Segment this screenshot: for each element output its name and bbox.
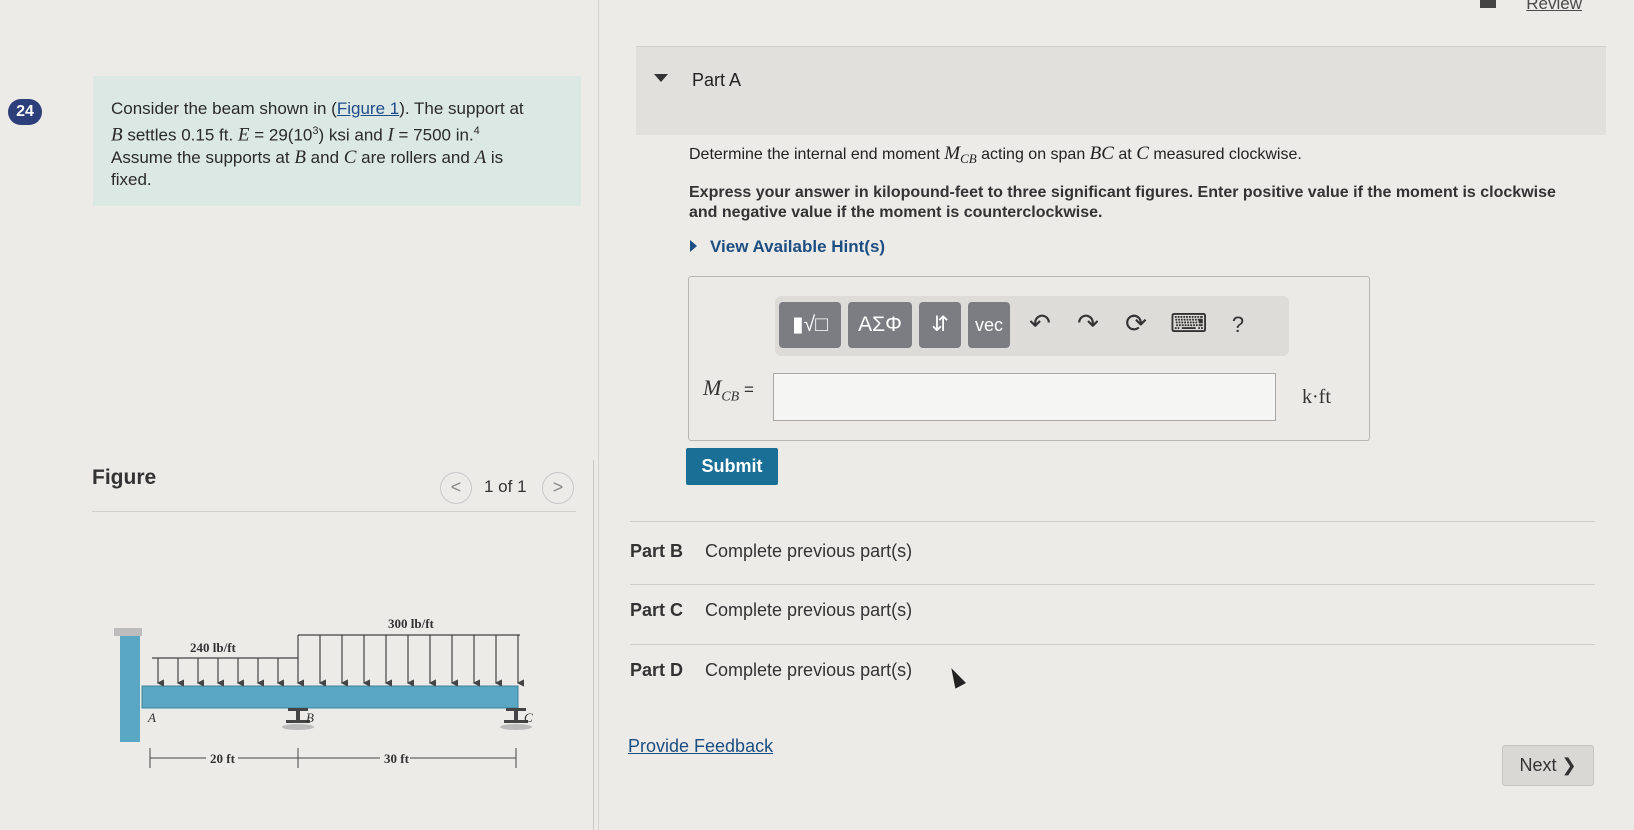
load-label-left: 240 lb/ft (190, 640, 237, 655)
label-B: B (306, 710, 314, 725)
wall-cap (114, 628, 142, 636)
review-icon (1480, 0, 1496, 8)
beam-figure: 240 lb/ft 300 lb/ft A B C 20 ft 30 ft (114, 616, 533, 768)
templates-button[interactable]: ▮√□ (779, 302, 841, 348)
problem-statement: Consider the beam shown in (Figure 1). T… (111, 99, 524, 189)
figure-divider (593, 460, 594, 830)
part-a-instructions: Express your answer in kilopound-feet to… (689, 184, 1556, 221)
keyboard-icon[interactable]: ⌨ (1170, 308, 1208, 339)
arrows-button[interactable]: ⇵ (919, 302, 961, 348)
figure-prev-button[interactable]: < (440, 472, 472, 504)
fixed-wall (120, 632, 140, 742)
redo-icon[interactable]: ↷ (1072, 308, 1104, 339)
load-label-right: 300 lb/ft (388, 616, 435, 631)
distributed-load-240 (152, 657, 298, 687)
figure-link[interactable]: Figure 1 (337, 99, 399, 118)
part-c-row[interactable]: Part C Complete previous part(s) (630, 600, 912, 621)
distributed-load-300 (296, 634, 524, 687)
dimension-lines (149, 748, 517, 768)
figure-title: Figure (92, 466, 157, 489)
answer-unit: k·ft (1302, 386, 1331, 408)
hint-caret-icon[interactable] (690, 240, 697, 252)
review-link[interactable]: Review (1526, 0, 1582, 14)
reset-icon[interactable]: ⟳ (1120, 308, 1152, 339)
figure-page-count: 1 of 1 (484, 477, 527, 496)
beam (141, 685, 519, 709)
answer-input[interactable] (773, 373, 1276, 421)
mouse-cursor-icon (946, 665, 966, 689)
next-button[interactable]: Next ❯ (1502, 745, 1594, 786)
span-label-BC: 30 ft (384, 751, 410, 766)
label-A: A (147, 710, 156, 725)
figure-next-button[interactable]: > (542, 472, 574, 504)
view-hints-link[interactable]: View Available Hint(s) (710, 237, 885, 257)
undo-icon[interactable]: ↶ (1024, 308, 1056, 339)
greek-symbols-button[interactable]: ΑΣΦ (848, 302, 912, 348)
part-d-row[interactable]: Part D Complete previous part(s) (630, 660, 912, 681)
part-a-title: Part A (692, 70, 742, 90)
answer-variable-label: MCB = (703, 375, 754, 405)
question-number-badge: 24 (8, 99, 42, 125)
provide-feedback-link[interactable]: Provide Feedback (628, 736, 773, 757)
help-icon[interactable]: ? (1222, 312, 1254, 338)
submit-button[interactable]: Submit (686, 448, 778, 485)
figure-rule (92, 511, 576, 512)
part-a-header[interactable] (636, 46, 1606, 135)
vector-button[interactable]: vec (968, 302, 1010, 348)
divider (630, 521, 1595, 522)
span-label-AB: 20 ft (210, 751, 236, 766)
divider (630, 644, 1595, 645)
label-C: C (524, 710, 533, 725)
divider (630, 584, 1595, 585)
collapse-caret-icon[interactable] (654, 74, 668, 82)
part-b-row[interactable]: Part B Complete previous part(s) (630, 541, 912, 562)
panel-divider (598, 0, 599, 830)
part-a-question: Determine the internal end moment MCB ac… (689, 143, 1302, 167)
